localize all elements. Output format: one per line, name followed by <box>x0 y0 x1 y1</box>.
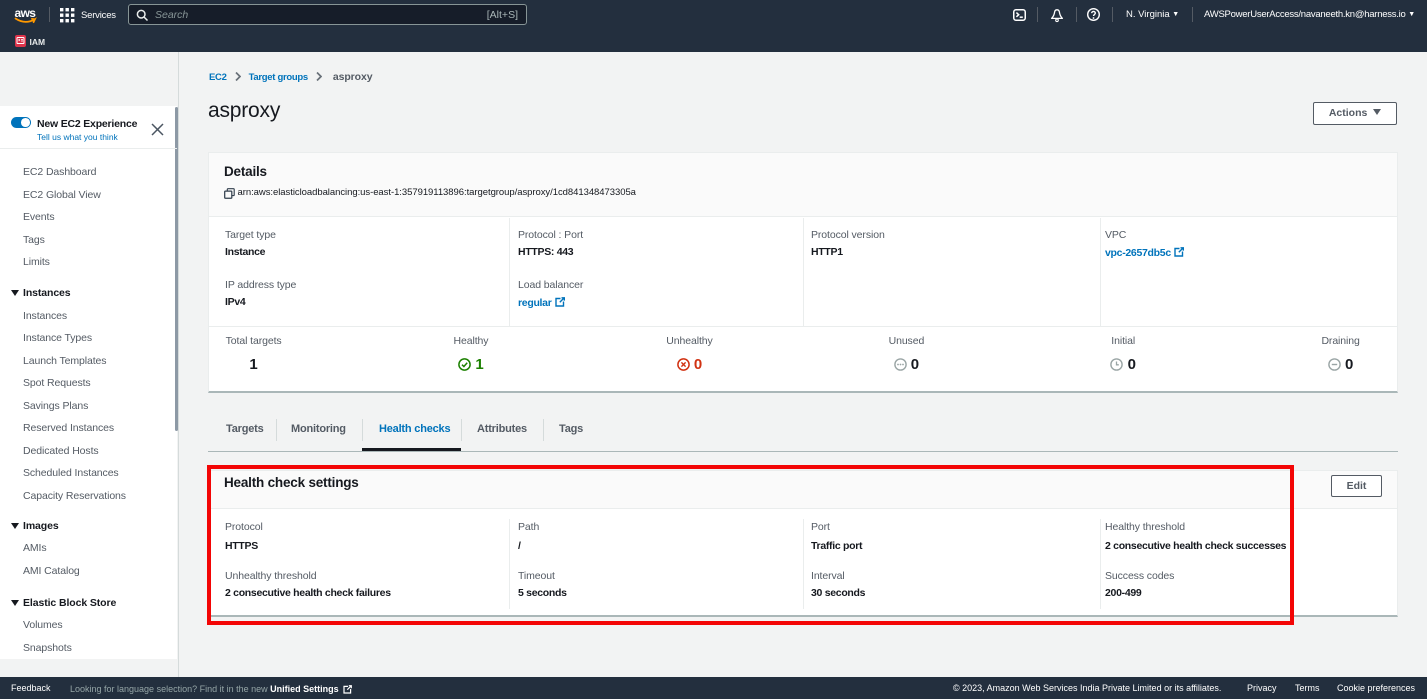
svg-text:aws: aws <box>15 6 37 20</box>
